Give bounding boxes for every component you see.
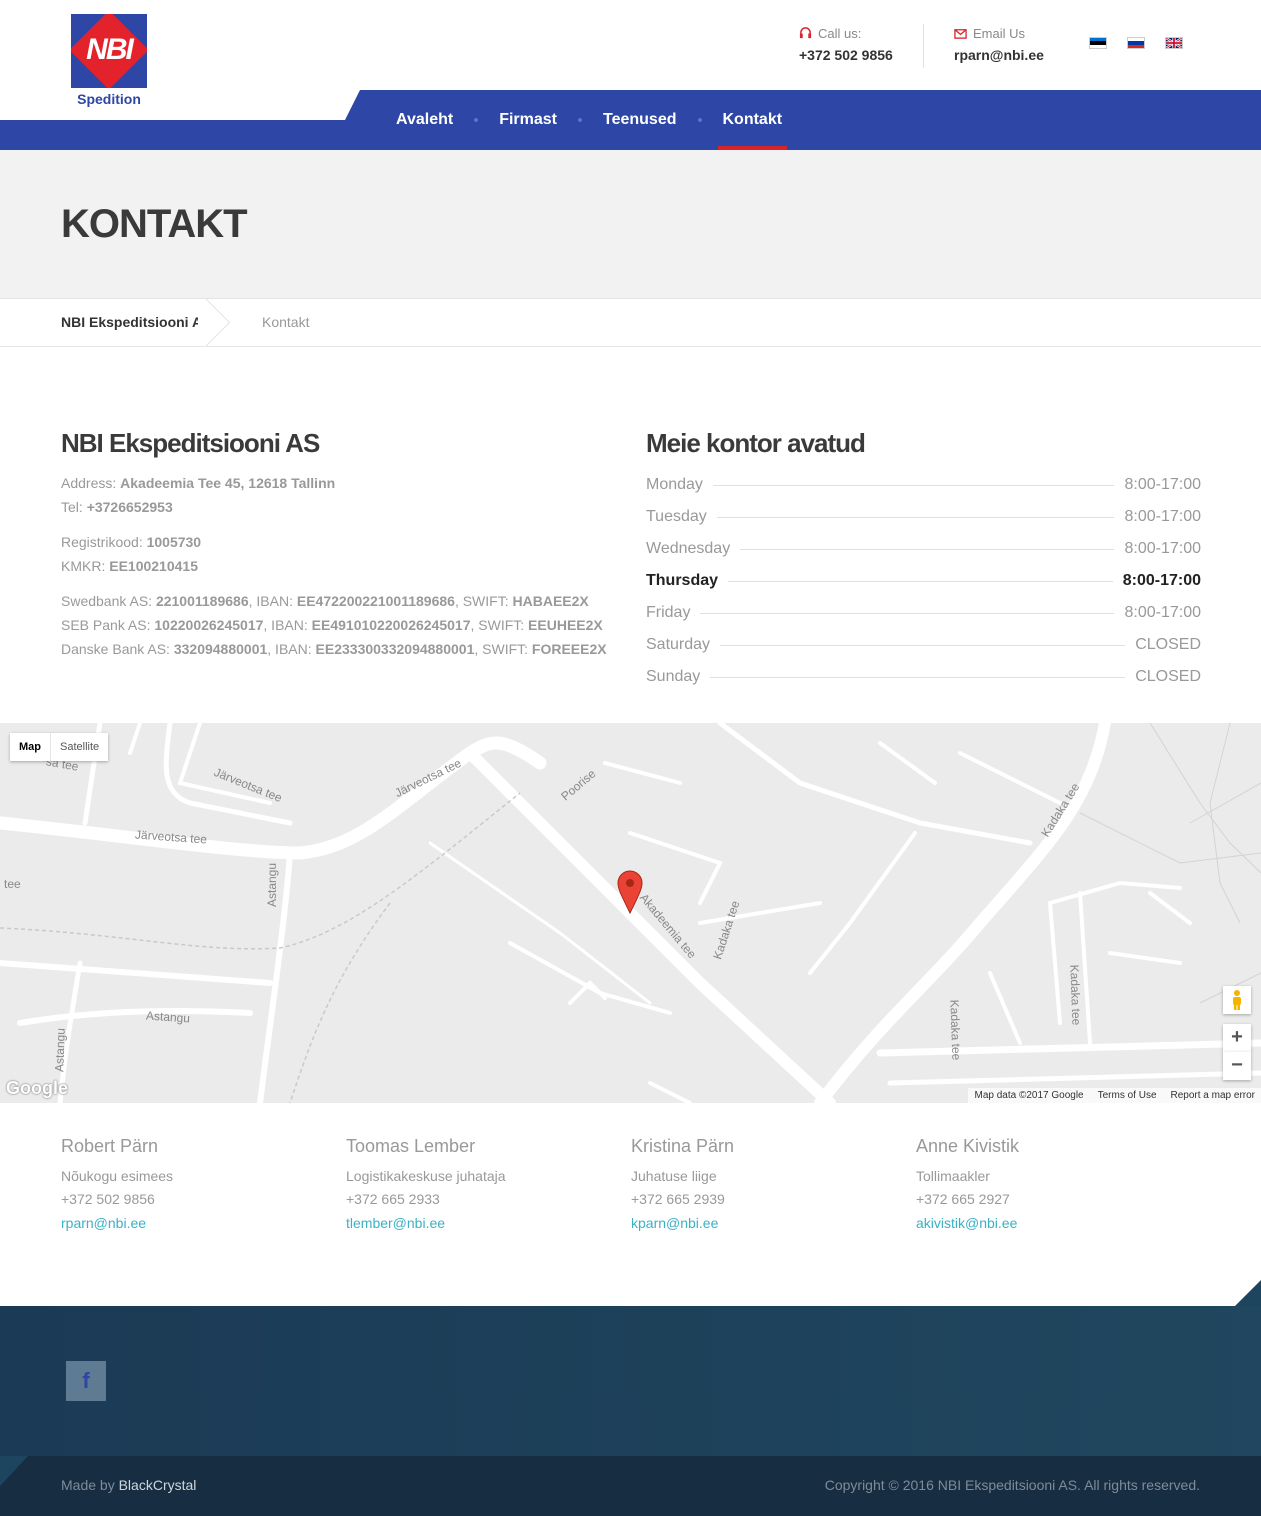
call-number[interactable]: +372 502 9856 [799, 47, 893, 63]
main-nav: Avaleht Firmast Teenused Kontakt [391, 90, 787, 150]
hours-title: Meie kontor avatud [646, 428, 866, 458]
russia-flag-icon[interactable] [1127, 37, 1145, 49]
person-card: Robert Pärn Nõukogu esimees +372 502 985… [61, 1136, 346, 1235]
hours-row-today: Thursday 8:00-17:00 [646, 572, 1201, 589]
nav-separator [578, 118, 582, 122]
person-email-link[interactable]: tlember@nbi.ee [346, 1211, 631, 1235]
hours-row: Tuesday 8:00-17:00 [646, 508, 1201, 525]
road-label: Kadaka tee [947, 999, 964, 1061]
nbi-logo[interactable]: NBI Spedition [71, 14, 147, 110]
envelope-icon [954, 29, 967, 39]
kmkr-value: EE100210415 [109, 558, 198, 574]
made-by: Made by BlackCrystal [61, 1477, 197, 1493]
terms-link[interactable]: Terms of Use [1098, 1090, 1157, 1101]
breadcrumb-home[interactable]: NBI Ekspeditsiooni AS [61, 314, 211, 330]
reg-value: 1005730 [146, 534, 202, 550]
call-block: Call us: +372 502 9856 [799, 26, 893, 63]
person-card: Toomas Lember Logistikakeskuse juhataja … [346, 1136, 631, 1235]
address-line: Address: Akadeemia Tee 45, 12618 Tallinn [61, 475, 336, 491]
road-label: Astangu [265, 862, 280, 908]
map-attribution: Map data ©2017 Google Terms of Use Repor… [968, 1088, 1261, 1103]
company-info: NBI Ekspeditsiooni AS Address: Akadeemia… [61, 428, 621, 661]
road-label: tee [4, 877, 21, 891]
opening-hours: Meie kontor avatud Monday 8:00-17:00 Tues… [646, 428, 1201, 693]
person-email-link[interactable]: akivistik@nbi.ee [916, 1211, 1201, 1235]
reg-line: Registrikood: 1005730 [61, 534, 202, 550]
nav-bar-left [0, 120, 360, 150]
bank-line: Danske Bank AS: 332094880001, IBAN: EE23… [61, 641, 607, 657]
address-value: Akadeemia Tee 45, 12618 Tallinn [120, 475, 336, 491]
map-data-text: Map data ©2017 Google [974, 1090, 1084, 1101]
map-type-satellite-button[interactable]: Satellite [51, 733, 108, 761]
call-label: Call us: [818, 26, 862, 41]
map-type-map-button[interactable]: Map [10, 733, 51, 761]
breadcrumb-chevron-icon [198, 298, 246, 347]
breadcrumb: NBI Ekspeditsiooni AS Kontakt [0, 298, 1261, 347]
header-divider [923, 24, 924, 68]
nav-teenused[interactable]: Teenused [598, 90, 682, 150]
footer-bottom-bar: Made by BlackCrystal Copyright © 2016 NB… [0, 1456, 1261, 1516]
hours-row: Monday 8:00-17:00 [646, 476, 1201, 493]
nav-firmast[interactable]: Firmast [494, 90, 562, 150]
nav-avaleht[interactable]: Avaleht [391, 90, 458, 150]
page-title: KONTAKT [61, 202, 248, 246]
person-card: Anne Kivistik Tollimaakler +372 665 2927… [916, 1136, 1201, 1235]
bank-line: Swedbank AS: 221001189686, IBAN: EE47220… [61, 593, 589, 609]
hours-row: Saturday CLOSED [646, 636, 1201, 653]
site-header: NBI Spedition Call us: +372 502 9856 Ema… [0, 0, 1261, 150]
road-label: Kadaka tee [1067, 964, 1084, 1026]
logo-subtitle: Spedition [77, 91, 141, 107]
zoom-out-button[interactable]: − [1223, 1052, 1251, 1080]
map-type-toggle: Map Satellite [10, 733, 109, 761]
company-name: NBI Ekspeditsiooni AS [61, 428, 320, 458]
hours-row: Sunday CLOSED [646, 668, 1201, 685]
hours-row: Friday 8:00-17:00 [646, 604, 1201, 621]
estonia-flag-icon[interactable] [1089, 37, 1107, 49]
uk-flag-icon[interactable] [1165, 37, 1183, 49]
nav-separator [697, 118, 702, 122]
nav-kontakt[interactable]: Kontakt [717, 90, 788, 150]
report-error-link[interactable]: Report a map error [1171, 1090, 1255, 1101]
kmkr-line: KMKR: EE100210415 [61, 558, 198, 574]
person-card: Kristina Pärn Juhatuse liige +372 665 29… [631, 1136, 916, 1235]
person-email-link[interactable]: rparn@nbi.ee [61, 1211, 346, 1235]
hours-row: Wednesday 8:00-17:00 [646, 540, 1201, 557]
zoom-in-button[interactable]: + [1223, 1024, 1251, 1052]
road-label: Astangu [52, 1027, 68, 1073]
facebook-icon[interactable]: f [66, 1361, 106, 1401]
road-label: Astangu [145, 1008, 191, 1026]
email-label: Email Us [973, 26, 1026, 41]
pegman-icon[interactable] [1223, 986, 1251, 1014]
email-block: Email Us rparn@nbi.ee [954, 26, 1044, 63]
tel-line: Tel: +3726652953 [61, 499, 173, 515]
page-title-band: KONTAKT [0, 150, 1261, 298]
copyright-text: Copyright © 2016 NBI Ekspeditsiooni AS. … [824, 1477, 1200, 1493]
email-address[interactable]: rparn@nbi.ee [954, 47, 1044, 63]
team-contacts: Robert Pärn Nõukogu esimees +372 502 985… [61, 1136, 1201, 1235]
map-roads [0, 723, 1261, 1103]
nav-separator [474, 118, 479, 122]
person-email-link[interactable]: kparn@nbi.ee [631, 1211, 916, 1235]
bank-line: SEB Pank AS: 10220026245017, IBAN: EE491… [61, 617, 603, 633]
language-switcher [1089, 37, 1183, 49]
google-logo: Google [6, 1078, 68, 1098]
breadcrumb-current: Kontakt [262, 314, 310, 330]
headphones-icon [799, 27, 812, 39]
logo-mark: NBI [86, 33, 134, 66]
google-map[interactable]: Järveotsa tee Järveotsa tee Järveotsa te… [0, 723, 1261, 1103]
site-footer: f [0, 1306, 1261, 1456]
footer-corner [1235, 1280, 1261, 1306]
blackcrystal-link[interactable]: BlackCrystal [119, 1477, 197, 1493]
tel-value: +3726652953 [86, 499, 173, 515]
